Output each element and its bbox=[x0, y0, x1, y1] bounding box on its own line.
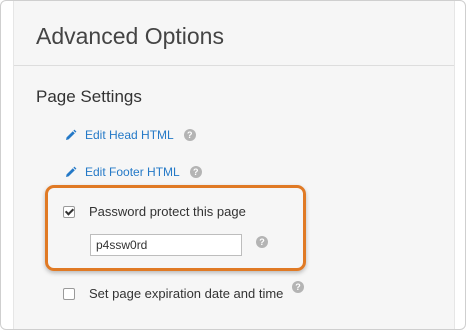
pencil-icon[interactable] bbox=[64, 129, 77, 142]
expiration-label[interactable]: Set page expiration date and time bbox=[89, 286, 283, 301]
pencil-icon[interactable] bbox=[64, 166, 77, 179]
help-icon[interactable]: ? bbox=[292, 281, 304, 293]
options-window: Advanced Options Page Settings Edit Head… bbox=[0, 0, 466, 330]
password-highlight-box bbox=[45, 185, 306, 271]
help-icon[interactable]: ? bbox=[256, 236, 268, 248]
password-protect-label[interactable]: Password protect this page bbox=[89, 204, 246, 219]
edit-footer-html-row: Edit Footer HTML ? bbox=[64, 163, 202, 181]
help-icon[interactable]: ? bbox=[189, 166, 202, 178]
edit-footer-html-link[interactable]: Edit Footer HTML bbox=[85, 165, 180, 179]
advanced-options-panel: Advanced Options Page Settings Edit Head… bbox=[13, 1, 455, 329]
expiration-checkbox[interactable] bbox=[63, 287, 75, 300]
password-protect-checkbox[interactable] bbox=[63, 205, 75, 218]
edit-head-html-row: Edit Head HTML ? bbox=[64, 126, 196, 144]
expiration-row: Set page expiration date and time bbox=[63, 286, 283, 301]
password-protect-row: Password protect this page bbox=[63, 204, 246, 219]
page-title: Advanced Options bbox=[36, 23, 224, 49]
title-divider bbox=[14, 65, 454, 66]
section-title-page-settings: Page Settings bbox=[36, 87, 142, 106]
help-icon[interactable]: ? bbox=[183, 129, 196, 141]
password-input[interactable] bbox=[90, 234, 242, 256]
edit-head-html-link[interactable]: Edit Head HTML bbox=[85, 128, 174, 142]
